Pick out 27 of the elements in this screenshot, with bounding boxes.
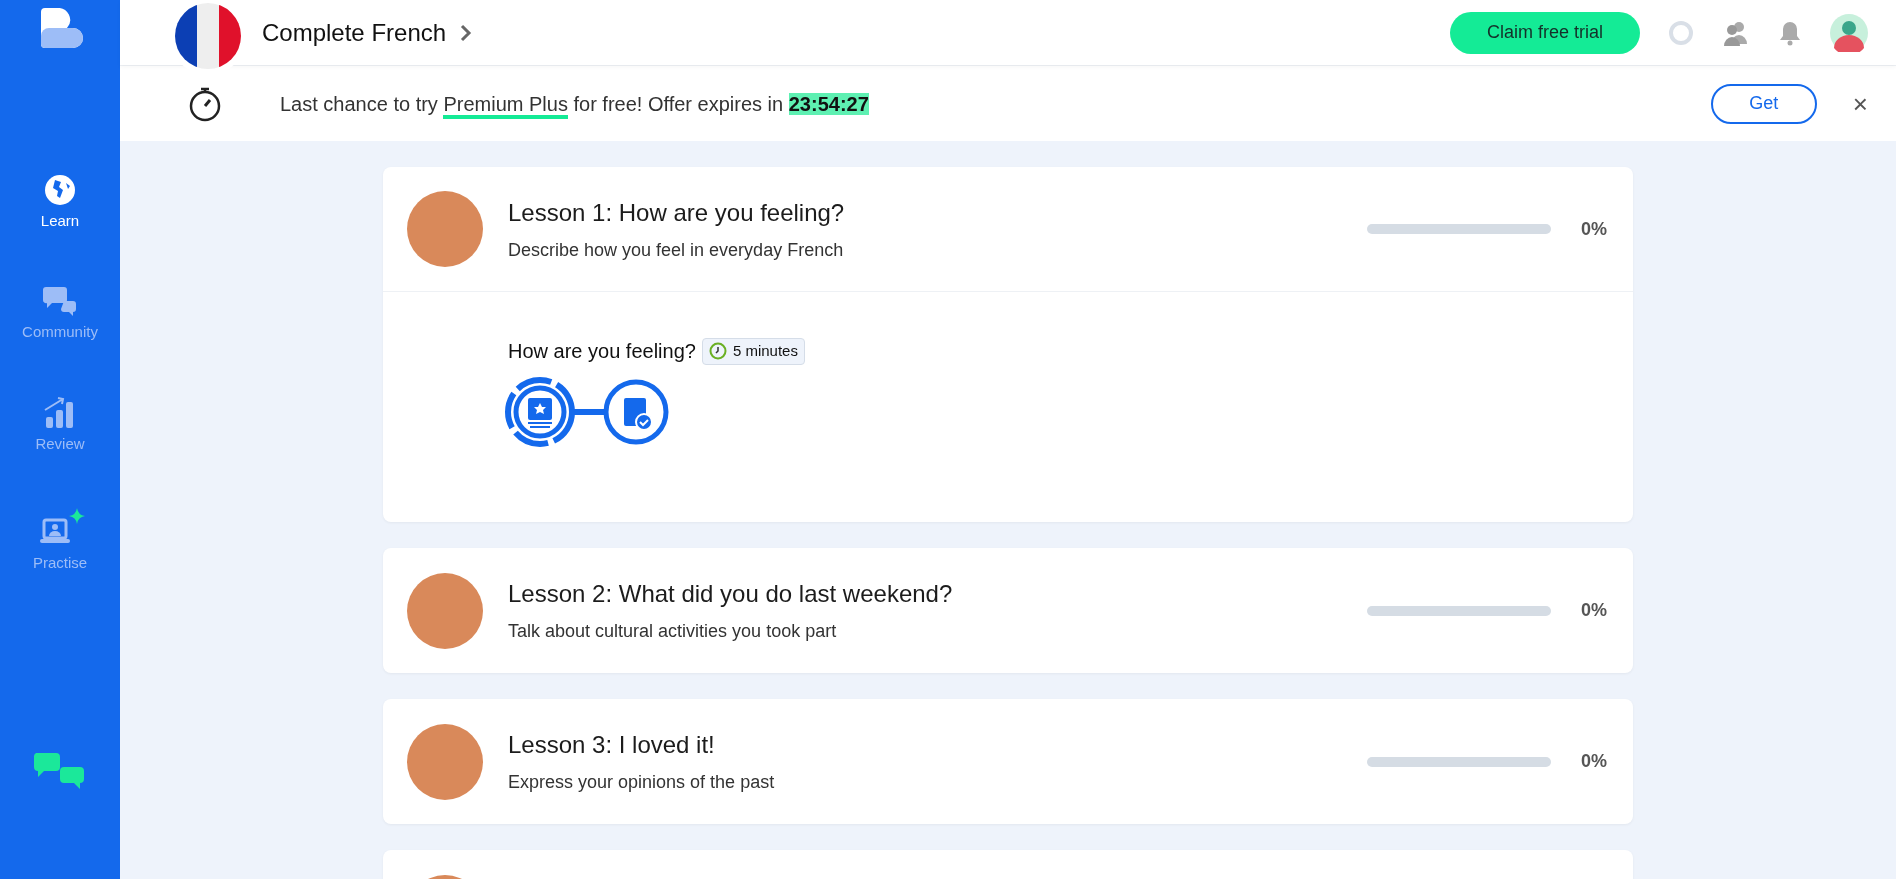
user-avatar-icon[interactable] [1830, 13, 1868, 52]
notification-bell-icon[interactable] [1778, 19, 1802, 46]
speech-bubbles-icon [42, 284, 78, 317]
step-connector [572, 409, 604, 415]
activity-title: How are you feeling? [508, 339, 696, 364]
timer-icon [708, 342, 727, 360]
claim-trial-button[interactable]: Claim free trial [1449, 11, 1640, 54]
globe-icon [44, 174, 76, 206]
lesson-subtitle: Talk about cultural activities you took part [508, 620, 838, 643]
course-selector[interactable]: Complete French [262, 14, 473, 51]
duration-badge: 5 minutes [701, 337, 805, 365]
chevron-right-icon [460, 23, 473, 42]
sidebar-item[interactable]: Learn [40, 174, 80, 233]
lesson-title[interactable]: Lesson 1: How are you feeling? [508, 194, 845, 231]
promo-text: Last chance to try Premium Plus for free! Offer expires in 23:54:27 [280, 88, 869, 119]
flashcard-step-icon[interactable] [504, 376, 576, 448]
people-icon[interactable] [1722, 19, 1750, 46]
lesson-title[interactable]: Lesson 3: I loved it! [508, 727, 775, 763]
lesson-subtitle: Express your opinions of the past [508, 771, 775, 794]
progress-percent: 0% [1581, 217, 1607, 241]
close-button[interactable]: × [1852, 90, 1868, 117]
progress-percent: 0% [1581, 599, 1607, 622]
progress-percent: 0% [1581, 750, 1607, 773]
lesson-subtitle: Describe how you feel in everyday French [508, 238, 845, 262]
stopwatch-icon [188, 85, 222, 122]
get-button[interactable]: Get [1710, 83, 1817, 124]
lesson-title[interactable]: Lesson 2: What did you do last weekend? [508, 576, 953, 612]
